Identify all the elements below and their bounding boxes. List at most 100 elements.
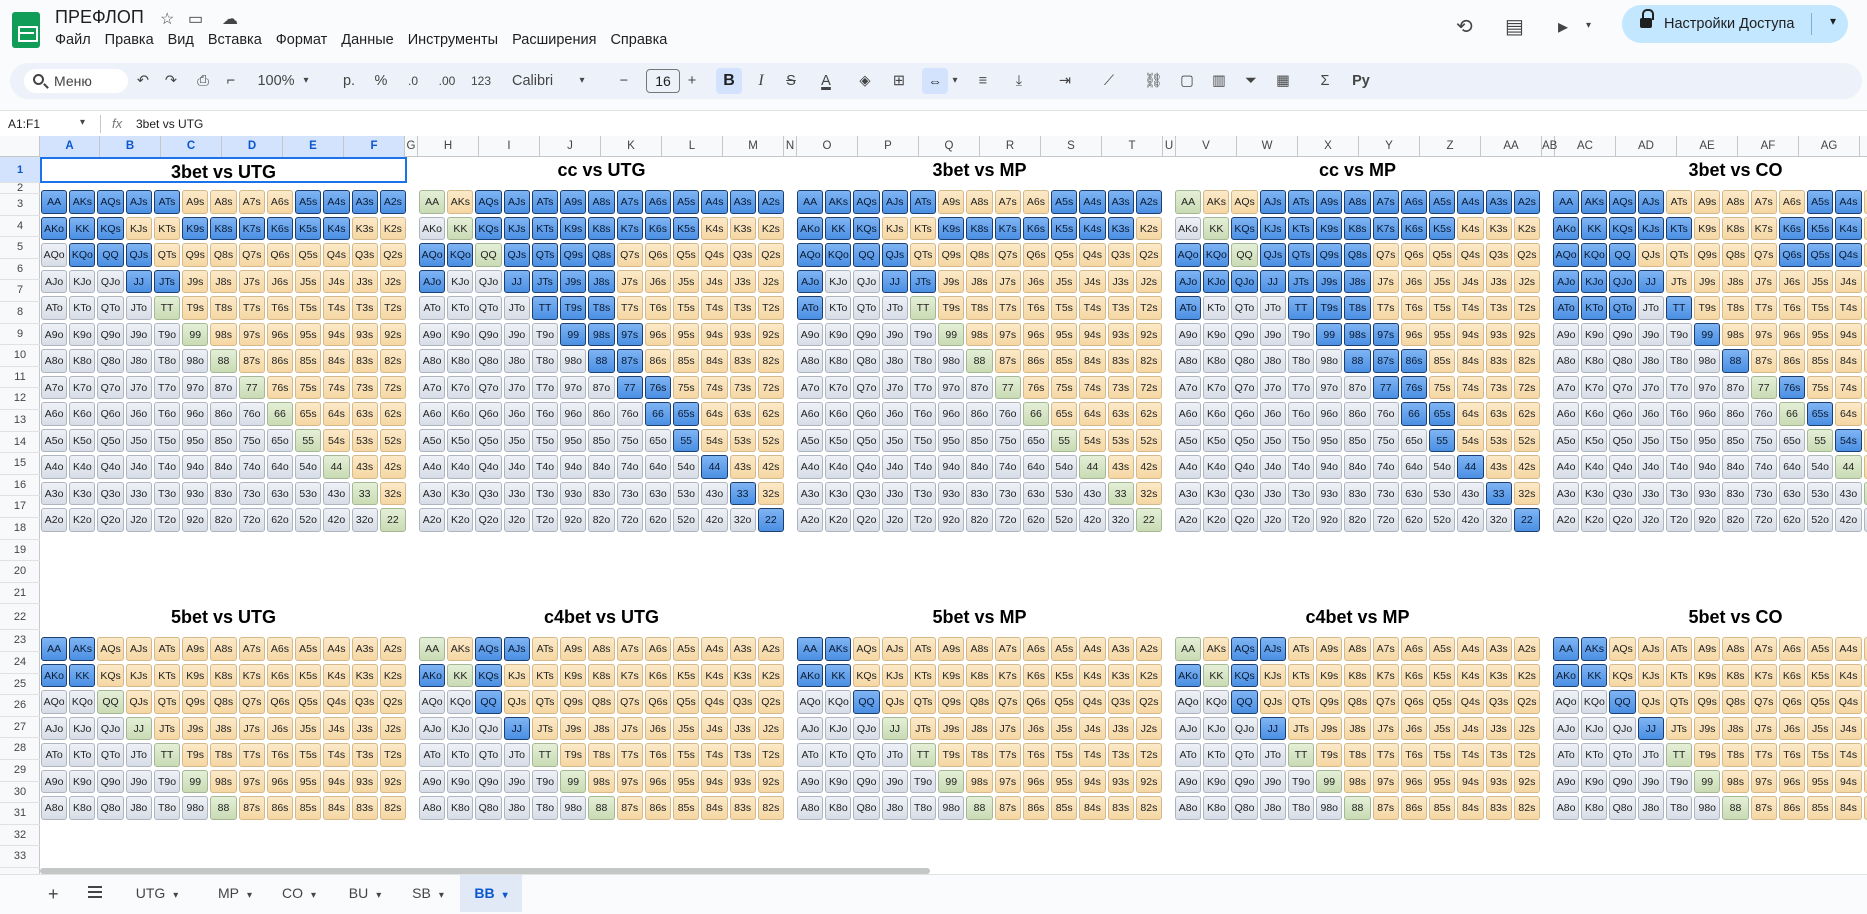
row-header-23[interactable]: 23: [0, 630, 40, 652]
hand-cell-98o[interactable]: 98o: [182, 796, 209, 820]
hand-cell-98o[interactable]: 98o: [1694, 349, 1721, 373]
hand-cell-t4o[interactable]: T4o: [909, 455, 937, 479]
hand-cell-j5o[interactable]: J5o: [1637, 428, 1664, 452]
column-header-s[interactable]: S: [1041, 136, 1102, 157]
hand-cell-85s[interactable]: 85s: [1429, 796, 1456, 820]
hand-cell-83s[interactable]: 83s: [729, 796, 756, 820]
hand-cell-42o[interactable]: 42o: [701, 508, 728, 532]
hand-cell-62o[interactable]: 62o: [266, 508, 294, 532]
hand-cell-76s[interactable]: 76s: [1022, 375, 1050, 399]
hand-cell-j8s[interactable]: J8s: [1722, 716, 1749, 741]
hand-cell-t8o[interactable]: T8o: [153, 796, 181, 820]
hand-cell-j7s[interactable]: J7s: [1750, 269, 1777, 293]
zoom-select[interactable]: 100%: [256, 71, 296, 91]
hand-cell-j8o[interactable]: J8o: [1259, 349, 1286, 373]
hand-cell-j4o[interactable]: J4o: [1259, 455, 1286, 479]
hand-cell-83s[interactable]: 83s: [1863, 349, 1867, 373]
hand-cell-kjo[interactable]: KJo: [825, 716, 852, 741]
hand-cell-a4o[interactable]: A4o: [419, 455, 446, 479]
hand-cell-86s[interactable]: 86s: [266, 796, 294, 820]
hand-cell-a2s[interactable]: A2s: [379, 637, 406, 661]
row-header-26[interactable]: 26: [0, 695, 40, 717]
hand-cell-85s[interactable]: 85s: [295, 796, 322, 820]
hand-cell-a7s[interactable]: A7s: [238, 190, 265, 214]
hand-cell-t7o[interactable]: T7o: [1665, 375, 1693, 399]
hand-cell-q9o[interactable]: Q9o: [1609, 769, 1636, 794]
hand-cell-kqs[interactable]: KQs: [97, 663, 124, 688]
hand-cell-t5s[interactable]: T5s: [1051, 296, 1078, 320]
column-header-d[interactable]: D: [222, 136, 283, 157]
hand-cell-86s[interactable]: 86s: [1400, 349, 1428, 373]
hand-cell-t5s[interactable]: T5s: [1807, 296, 1834, 320]
hand-cell-a9s[interactable]: A9s: [182, 637, 209, 661]
hand-cell-k5o[interactable]: K5o: [1581, 428, 1608, 452]
hand-cell-qq[interactable]: QQ: [475, 690, 502, 714]
hand-cell-85o[interactable]: 85o: [1722, 428, 1749, 452]
column-header-b[interactable]: B: [100, 136, 161, 157]
hand-cell-j5s[interactable]: J5s: [1051, 269, 1078, 293]
hand-cell-86o[interactable]: 86o: [1722, 402, 1749, 426]
hand-cell-q6s[interactable]: Q6s: [644, 243, 672, 267]
hand-cell-q9o[interactable]: Q9o: [97, 769, 124, 794]
name-box[interactable]: A1:F1: [8, 117, 40, 131]
hand-cell-97o[interactable]: 97o: [1694, 375, 1721, 399]
hand-cell-a4s[interactable]: A4s: [1835, 190, 1862, 214]
hand-cell-63o[interactable]: 63o: [1022, 481, 1050, 505]
hand-cell-a3s[interactable]: A3s: [351, 190, 378, 214]
panel-title[interactable]: 3bet vs MP: [796, 157, 1163, 183]
hand-cell-kts[interactable]: KTs: [1287, 216, 1315, 240]
hand-cell-q6o[interactable]: Q6o: [97, 402, 124, 426]
hand-cell-k8o[interactable]: K8o: [825, 796, 852, 820]
hand-cell-qts[interactable]: QTs: [531, 243, 559, 267]
hand-cell-k8s[interactable]: K8s: [1344, 216, 1371, 240]
hand-cell-32o[interactable]: 32o: [351, 508, 378, 532]
hand-cell-qjs[interactable]: QJs: [503, 243, 530, 267]
hand-cell-qjs[interactable]: QJs: [503, 690, 530, 714]
hand-cell-q3s[interactable]: Q3s: [351, 690, 378, 714]
hand-cell-jts[interactable]: JTs: [1665, 269, 1693, 293]
hand-cell-74s[interactable]: 74s: [323, 375, 350, 399]
hand-cell-87o[interactable]: 87o: [1722, 375, 1749, 399]
percent-format-button[interactable]: %: [372, 71, 390, 91]
hand-cell-53o[interactable]: 53o: [295, 481, 322, 505]
hand-cell-q7s[interactable]: Q7s: [616, 243, 643, 267]
hand-cell-94o[interactable]: 94o: [560, 455, 587, 479]
hand-cell-a9o[interactable]: A9o: [419, 769, 446, 794]
hand-cell-66[interactable]: 66: [644, 402, 672, 426]
hand-cell-t9s[interactable]: T9s: [182, 296, 209, 320]
hand-cell-q8o[interactable]: Q8o: [853, 349, 880, 373]
hand-cell-qto[interactable]: QTo: [97, 743, 124, 767]
hand-cell-q5s[interactable]: Q5s: [1429, 690, 1456, 714]
hand-cell-qjs[interactable]: QJs: [1637, 690, 1664, 714]
hand-cell-t8o[interactable]: T8o: [909, 796, 937, 820]
hand-cell-a4o[interactable]: A4o: [41, 455, 68, 479]
hand-cell-t7s[interactable]: T7s: [616, 743, 643, 767]
hand-cell-a7s[interactable]: A7s: [616, 190, 643, 214]
hand-cell-j9o[interactable]: J9o: [1637, 769, 1664, 794]
hand-cell-q9o[interactable]: Q9o: [1231, 322, 1258, 346]
hand-cell-k9s[interactable]: K9s: [1316, 663, 1343, 688]
hand-cell-87o[interactable]: 87o: [588, 375, 615, 399]
hand-cell-64s[interactable]: 64s: [701, 402, 728, 426]
hand-cell-j7o[interactable]: J7o: [503, 375, 530, 399]
hand-cell-k4s[interactable]: K4s: [1457, 216, 1484, 240]
hand-cell-aqo[interactable]: AQo: [41, 243, 68, 267]
font-select[interactable]: Calibri: [512, 71, 582, 91]
hand-cell-t8o[interactable]: T8o: [1287, 796, 1315, 820]
hand-cell-t3s[interactable]: T3s: [351, 296, 378, 320]
hand-cell-76s[interactable]: 76s: [644, 375, 672, 399]
hand-cell-ats[interactable]: ATs: [1665, 637, 1693, 661]
hand-cell-92o[interactable]: 92o: [560, 508, 587, 532]
hand-cell-96o[interactable]: 96o: [1316, 402, 1343, 426]
hand-cell-j3s[interactable]: J3s: [1863, 269, 1867, 293]
hand-cell-j6s[interactable]: J6s: [1400, 716, 1428, 741]
hand-cell-j9o[interactable]: J9o: [1259, 322, 1286, 346]
hand-cell-88[interactable]: 88: [588, 349, 615, 373]
hand-cell-33[interactable]: 33: [1863, 481, 1867, 505]
hand-cell-a3s[interactable]: A3s: [729, 637, 756, 661]
column-header-t[interactable]: T: [1102, 136, 1163, 157]
hand-cell-95o[interactable]: 95o: [938, 428, 965, 452]
hand-cell-ako[interactable]: AKo: [41, 216, 68, 240]
hand-cell-kjo[interactable]: KJo: [69, 269, 96, 293]
hand-cell-32s[interactable]: 32s: [379, 481, 406, 505]
